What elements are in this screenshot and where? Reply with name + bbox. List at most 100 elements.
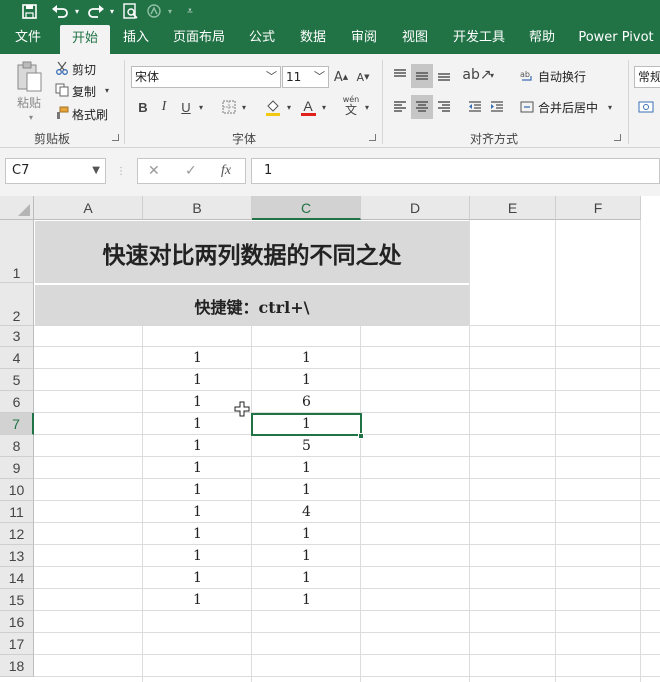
merge-center-label[interactable]: 合并后居中 [538,99,598,116]
cell-b13[interactable]: 1 [143,545,252,567]
column-header-e[interactable]: E [470,196,556,220]
cancel-icon[interactable]: ✕ [148,159,160,183]
cut-label[interactable]: 剪切 [72,61,96,78]
enter-icon[interactable]: ✓ [185,159,197,183]
fill-color-icon[interactable] [263,96,283,118]
align-right-icon[interactable] [434,96,454,118]
column-header-f[interactable]: F [556,196,641,220]
borders-dropdown-icon[interactable]: ▾ [239,96,249,118]
cell-c5[interactable]: 1 [252,369,361,391]
row-header-5[interactable]: 5 [0,369,34,391]
cell-b10[interactable]: 1 [143,479,252,501]
tab-home[interactable]: 开始 [60,25,110,54]
tab-insert[interactable]: 插入 [114,22,158,54]
cell-b12[interactable]: 1 [143,523,252,545]
cut-icon[interactable] [54,60,70,76]
undo-dropdown-icon[interactable]: ▾ [72,0,82,22]
tab-page-layout[interactable]: 页面布局 [168,22,230,54]
font-name-select[interactable]: 宋体 ﹀ [131,66,281,88]
font-launcher-icon[interactable] [369,134,376,141]
row-header-3[interactable]: 3 [0,326,34,347]
cell-b4[interactable]: 1 [143,347,252,369]
tab-power-pivot[interactable]: Power Pivot [574,22,658,54]
paste-dropdown-icon[interactable]: ▾ [26,112,36,122]
row-header-12[interactable]: 12 [0,523,34,545]
accounting-format-icon[interactable] [636,96,656,118]
row-header-2[interactable]: 2 [0,283,34,326]
row-header-6[interactable]: 6 [0,391,34,413]
format-painter-label[interactable]: 格式刷 [72,106,108,123]
row-header-15[interactable]: 15 [0,589,34,611]
borders-icon[interactable] [220,96,238,118]
print-preview-icon[interactable] [120,0,140,22]
merge-dropdown-icon[interactable]: ▾ [605,96,615,118]
insert-function-icon[interactable]: fx [221,159,231,183]
cell-c8[interactable]: 5 [252,435,361,457]
active-cell-selection[interactable] [251,413,362,436]
formula-input[interactable]: 1 [251,158,660,184]
increase-indent-icon[interactable] [487,96,507,118]
paste-label[interactable]: 粘贴 [17,94,41,111]
copy-label[interactable]: 复制 [72,83,96,100]
cell-b9[interactable]: 1 [143,457,252,479]
cell-c13[interactable]: 1 [252,545,361,567]
tab-help[interactable]: 帮助 [520,22,564,54]
font-size-select[interactable]: 11 ﹀ [282,66,329,88]
customize-qat-icon[interactable]: ⩡ [183,0,197,22]
name-box[interactable]: C7 ▼ [5,158,106,184]
underline-dropdown-icon[interactable]: ▾ [196,96,206,118]
wrap-text-label[interactable]: 自动换行 [538,68,586,85]
row-header-1[interactable]: 1 [0,220,34,283]
cell-c14[interactable]: 1 [252,567,361,589]
row-header-10[interactable]: 10 [0,479,34,501]
orientation-dropdown-icon[interactable]: ▾ [487,64,497,86]
fill-color-dropdown-icon[interactable]: ▾ [284,96,294,118]
row-header-17[interactable]: 17 [0,633,34,655]
title-cell[interactable]: 快速对比两列数据的不同之处 [35,221,469,283]
shrink-font-icon[interactable]: A ▼ [354,66,372,88]
cell-c15[interactable]: 1 [252,589,361,611]
format-painter-icon[interactable] [54,105,70,121]
tab-file[interactable]: 文件 [6,22,50,54]
row-header-7[interactable]: 7 [0,413,34,435]
subtitle-cell[interactable]: 快捷键：ctrl+\ [35,285,469,326]
undo-icon[interactable] [48,0,72,22]
bold-button[interactable]: B [134,96,152,118]
row-header-9[interactable]: 9 [0,457,34,479]
save-icon[interactable] [18,0,40,22]
number-format-select[interactable]: 常规 [634,66,660,88]
column-header-a[interactable]: A [34,196,143,220]
row-header-13[interactable]: 13 [0,545,34,567]
cell-b8[interactable]: 1 [143,435,252,457]
column-header-d[interactable]: D [361,196,470,220]
cell-b11[interactable]: 1 [143,501,252,523]
clipboard-launcher-icon[interactable] [112,134,119,141]
orientation-icon[interactable]: ab↗ [462,64,491,86]
cell-c10[interactable]: 1 [252,479,361,501]
row-header-8[interactable]: 8 [0,435,34,457]
merge-center-icon[interactable] [519,96,535,118]
underline-button[interactable]: U [177,96,195,118]
row-header-11[interactable]: 11 [0,501,34,523]
align-top-icon[interactable] [390,64,410,86]
tab-review[interactable]: 审阅 [342,22,386,54]
tab-view[interactable]: 视图 [393,22,437,54]
cell-b15[interactable]: 1 [143,589,252,611]
cell-c6[interactable]: 6 [252,391,361,413]
row-header-18[interactable]: 18 [0,655,34,677]
cell-c4[interactable]: 1 [252,347,361,369]
wrap-text-icon[interactable]: ab [519,64,535,86]
copy-icon[interactable] [54,82,70,98]
grow-font-icon[interactable]: A ▲ [332,66,350,88]
align-center-icon[interactable] [411,95,433,119]
phonetic-guide-icon[interactable]: wén 文 [340,94,362,118]
align-bottom-icon[interactable] [434,64,454,86]
column-header-c[interactable]: C [252,196,361,220]
column-header-b[interactable]: B [143,196,252,220]
phonetic-dropdown-icon[interactable]: ▾ [362,96,372,118]
alignment-launcher-icon[interactable] [614,134,621,141]
paste-icon[interactable] [14,60,44,94]
italic-button[interactable]: I [155,96,173,118]
align-middle-icon[interactable] [411,64,433,88]
touch-mode-icon[interactable] [143,0,165,22]
